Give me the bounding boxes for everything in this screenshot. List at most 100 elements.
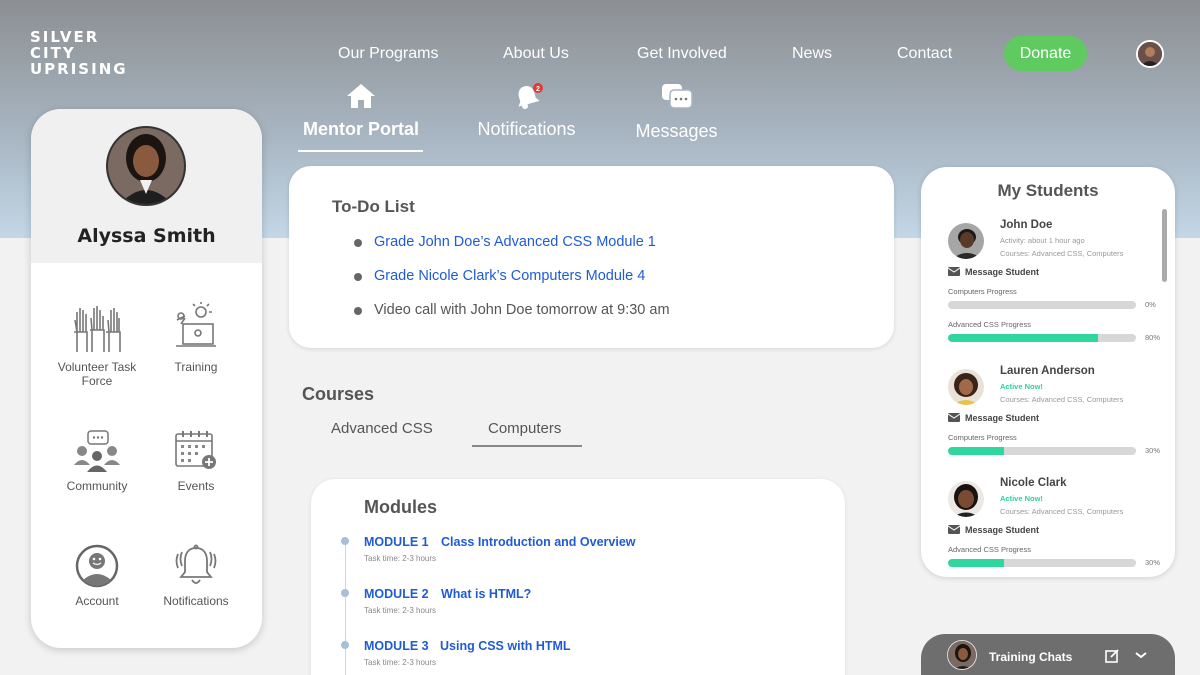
module-number[interactable]: MODULE 2 (364, 587, 429, 601)
message-label: Message Student (965, 267, 1040, 277)
student-photo (948, 481, 984, 517)
tile-notifications[interactable]: Notifications (141, 544, 251, 608)
modules-card: Modules MODULE 1 Class Introduction and … (311, 479, 845, 675)
student-active-status: Active Now! (1000, 382, 1043, 391)
student-courses: Courses: Advanced CSS, Computers (1000, 249, 1124, 258)
user-avatar[interactable] (1136, 40, 1164, 68)
todo-item: Video call with John Doe tomorrow at 9:3… (354, 302, 670, 318)
tile-label: Account (75, 594, 119, 608)
message-student-button[interactable]: Message Student (948, 413, 1039, 423)
home-icon (347, 84, 375, 108)
student-avatar[interactable] (948, 481, 984, 517)
compose-icon[interactable] (1104, 648, 1120, 664)
student-avatar[interactable] (948, 369, 984, 405)
student-name[interactable]: Lauren Anderson (1000, 365, 1095, 377)
module-number[interactable]: MODULE 3 (364, 639, 429, 653)
nav-get-involved[interactable]: Get Involved (637, 45, 727, 63)
students-title: My Students (997, 181, 1099, 200)
nav-about-us[interactable]: About Us (503, 45, 569, 63)
todo-link[interactable]: Grade Nicole Clark’s Computers Module 4 (374, 268, 645, 284)
student-name[interactable]: Nicole Clark (1000, 477, 1066, 489)
top-navigation: Our Programs About Us Get Involved News … (0, 36, 1200, 72)
ringing-bell-icon (175, 544, 217, 584)
message-student-button[interactable]: Message Student (948, 267, 1039, 277)
modules-title: Modules (364, 497, 438, 517)
todo-link[interactable]: Grade John Doe’s Advanced CSS Module 1 (374, 234, 656, 250)
module-task-time: Task time: 2-3 hours (364, 554, 437, 563)
student-active-status: Active Now! (1000, 494, 1043, 503)
progress-label: Advanced CSS Progress (948, 545, 1031, 554)
chat-label: Training Chats (989, 650, 1073, 664)
todo-title: To-Do List (332, 197, 415, 216)
user-avatar-image (1138, 42, 1162, 66)
tab-notifications[interactable]: 2 Notifications (474, 82, 579, 140)
timeline-dot (341, 641, 349, 649)
student-courses: Courses: Advanced CSS, Computers (1000, 395, 1124, 404)
profile-photo (108, 128, 184, 204)
envelope-icon (948, 525, 960, 534)
module-title[interactable]: What is HTML? (441, 587, 531, 601)
tile-events[interactable]: Events (141, 429, 251, 493)
todo-item[interactable]: Grade Nicole Clark’s Computers Module 4 (354, 268, 645, 284)
todo-text: Video call with John Doe tomorrow at 9:3… (374, 302, 670, 318)
tile-training[interactable]: Training (141, 302, 251, 374)
course-tab-computers[interactable]: Computers (488, 420, 561, 437)
student-name[interactable]: John Doe (1000, 219, 1052, 231)
tab-messages[interactable]: Messages (634, 82, 719, 142)
tile-label: Events (177, 479, 215, 493)
student-courses: Courses: Advanced CSS, Computers (1000, 507, 1124, 516)
student-photo (948, 369, 984, 405)
timeline-dot (341, 537, 349, 545)
progress-percent: 0% (1145, 300, 1156, 309)
course-tab-advanced-css[interactable]: Advanced CSS (331, 420, 433, 437)
bell-icon: 2 (517, 83, 543, 109)
nav-contact[interactable]: Contact (897, 45, 952, 63)
progress-percent: 80% (1145, 333, 1161, 342)
envelope-icon (948, 267, 960, 276)
tile-community[interactable]: Community (42, 429, 152, 493)
progress-label: Advanced CSS Progress (948, 320, 1031, 329)
bullet (354, 239, 362, 247)
message-label: Message Student (965, 413, 1040, 423)
account-icon (75, 544, 119, 588)
raised-hands-icon (74, 306, 121, 352)
nav-our-programs[interactable]: Our Programs (338, 45, 438, 63)
tab-label: Notifications (477, 119, 576, 139)
tile-volunteer-task-force[interactable]: Volunteer Task Force (42, 302, 152, 388)
chat-bubbles-icon (661, 84, 693, 109)
notification-badge: 2 (536, 86, 540, 93)
message-student-button[interactable]: Message Student (948, 525, 1039, 535)
community-icon (74, 430, 120, 472)
profile-avatar[interactable] (106, 126, 186, 206)
tile-label: Community (66, 479, 128, 493)
profile-card: Alyssa Smith Volunteer Task Force Traini… (31, 109, 262, 648)
calendar-add-icon (175, 431, 216, 469)
my-students-card: My Students John Doe Activity: about 1 h… (921, 167, 1175, 577)
progress-bar (948, 447, 1136, 455)
chevron-down-icon[interactable] (1134, 649, 1148, 661)
progress-bar (948, 301, 1136, 309)
module-title[interactable]: Class Introduction and Overview (441, 535, 636, 549)
todo-item[interactable]: Grade John Doe’s Advanced CSS Module 1 (354, 234, 656, 250)
student-avatar[interactable] (948, 223, 984, 259)
training-chats-bar[interactable]: Training Chats (921, 634, 1175, 675)
scrollbar[interactable] (1162, 209, 1167, 282)
nav-news[interactable]: News (792, 45, 832, 63)
tile-label: Training (174, 360, 218, 374)
progress-fill (948, 559, 1005, 567)
progress-percent: 30% (1145, 446, 1161, 455)
progress-fill (948, 334, 1099, 342)
tile-account[interactable]: Account (42, 544, 152, 608)
module-number[interactable]: MODULE 1 (364, 535, 429, 549)
module-title[interactable]: Using CSS with HTML (440, 639, 571, 653)
donate-button[interactable]: Donate (1004, 36, 1087, 71)
chat-avatar (947, 640, 977, 670)
progress-label: Computers Progress (948, 287, 1017, 296)
tab-mentor-portal[interactable]: Mentor Portal (300, 82, 422, 140)
tab-label: Mentor Portal (302, 119, 419, 139)
courses-title: Courses (302, 384, 375, 404)
progress-fill (948, 447, 1005, 455)
tab-label: Messages (635, 121, 718, 141)
timeline-line (345, 541, 346, 675)
active-tab-indicator (298, 150, 423, 152)
